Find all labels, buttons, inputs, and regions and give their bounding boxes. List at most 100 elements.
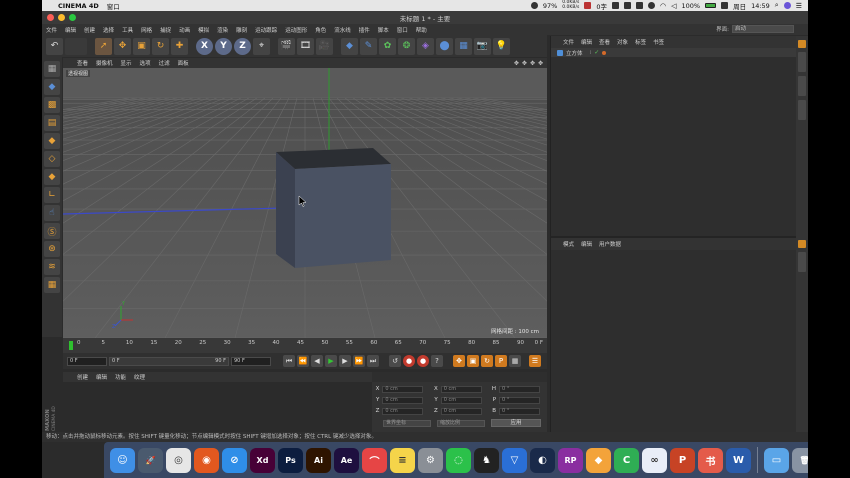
edges-mode-icon[interactable]: ◇ bbox=[44, 151, 60, 167]
c4d-menu-item[interactable]: 网格 bbox=[141, 26, 152, 34]
size-mode-dropdown[interactable]: 缩放比例 bbox=[437, 419, 485, 427]
subdivision-surface-icon[interactable]: ✿ bbox=[379, 37, 396, 55]
wifi-icon[interactable]: ◠ bbox=[660, 2, 666, 10]
rotate-tool-icon[interactable]: ↻ bbox=[152, 37, 169, 55]
c4d-menu-item[interactable]: 渲染 bbox=[217, 26, 228, 34]
viewport-menu-item[interactable]: 面板 bbox=[178, 59, 189, 67]
wechat-icon[interactable]: ◌ bbox=[446, 447, 471, 473]
menu-window[interactable]: 窗口 bbox=[107, 1, 120, 11]
tab-attributes[interactable] bbox=[798, 240, 806, 248]
go-to-end-icon[interactable]: ⏭ bbox=[367, 355, 379, 367]
playhead[interactable] bbox=[69, 341, 73, 350]
pos-x-field[interactable]: 0 cm bbox=[382, 385, 424, 393]
render-view-icon[interactable]: 🎬 bbox=[278, 37, 295, 55]
previous-frame-icon[interactable]: ◀ bbox=[311, 355, 323, 367]
c4d-menu-item[interactable]: 捕捉 bbox=[160, 26, 171, 34]
axure-icon[interactable]: RP bbox=[558, 447, 583, 473]
tab-content-browser[interactable] bbox=[798, 76, 806, 96]
cube-object-icon[interactable]: ◆ bbox=[341, 37, 358, 55]
object-manager-menu-item[interactable]: 对象 bbox=[617, 38, 628, 46]
material-manager-area[interactable] bbox=[63, 382, 389, 432]
photoshop-icon[interactable]: Ps bbox=[278, 447, 303, 473]
volume-icon[interactable]: ◁ bbox=[671, 2, 676, 10]
layers-icon[interactable]: ≋ bbox=[44, 259, 60, 275]
minimize-window-button[interactable] bbox=[58, 14, 65, 21]
apply-button[interactable]: 应用 bbox=[491, 419, 541, 427]
pos-z-field[interactable]: 0 cm bbox=[382, 407, 424, 415]
object-manager-menu-item[interactable]: 查看 bbox=[599, 38, 610, 46]
c4d-menu-item[interactable]: 文件 bbox=[46, 26, 57, 34]
snap-icon[interactable]: Ⓢ bbox=[44, 223, 60, 239]
timeline-window-icon[interactable]: ☰ bbox=[529, 355, 541, 367]
rotate-view-icon[interactable]: ✥ bbox=[522, 60, 527, 67]
illustrator-icon[interactable]: Ai bbox=[306, 447, 331, 473]
viewport-menu-item[interactable]: 查看 bbox=[77, 59, 88, 67]
c4d-menu-item[interactable]: 帮助 bbox=[416, 26, 427, 34]
go-to-start-icon[interactable]: ⏮ bbox=[283, 355, 295, 367]
c4d-menu-item[interactable]: 脚本 bbox=[378, 26, 389, 34]
start-frame-field[interactable]: 0 F bbox=[67, 356, 107, 366]
cinema4d-icon[interactable]: ◐ bbox=[530, 447, 555, 473]
attribute-manager-menu-item[interactable]: 用户数据 bbox=[599, 240, 621, 248]
chat-icon[interactable]: ⌒ bbox=[362, 447, 387, 473]
c4d-menu-item[interactable]: 插件 bbox=[359, 26, 370, 34]
c4d-menu-item[interactable]: 运动跟踪 bbox=[255, 26, 277, 34]
object-row-cube[interactable]: 立方体 ⁞ ✓ bbox=[551, 48, 796, 57]
c4d-menu-item[interactable]: 流水线 bbox=[334, 26, 351, 34]
clock[interactable]: 14:59 bbox=[751, 2, 770, 10]
battery-icon[interactable] bbox=[705, 3, 717, 8]
loop-icon[interactable]: ↺ bbox=[389, 355, 401, 367]
zoom-window-button[interactable] bbox=[69, 14, 76, 21]
texture-mode-icon[interactable]: ▩ bbox=[44, 97, 60, 113]
menu-extra-icon-3[interactable] bbox=[635, 2, 643, 9]
viewport-menu-item[interactable]: 显示 bbox=[121, 59, 132, 67]
next-frame-icon[interactable]: ▶ bbox=[339, 355, 351, 367]
light-icon[interactable]: 💡 bbox=[493, 37, 510, 55]
auto-keyframe-icon[interactable]: ● bbox=[417, 355, 429, 367]
move-view-icon[interactable]: ✥ bbox=[514, 60, 519, 67]
notification-center-icon[interactable]: ☰ bbox=[796, 2, 802, 10]
make-editable-icon[interactable]: ▦ bbox=[44, 61, 60, 77]
menu-extra-icon-4[interactable] bbox=[647, 2, 655, 9]
rot-b-field[interactable]: 0 ° bbox=[499, 407, 540, 415]
visibility-dots-icon[interactable]: ⁞ bbox=[590, 50, 592, 56]
deformer-icon[interactable]: ◈ bbox=[417, 37, 434, 55]
c4d-menu-item[interactable]: 工具 bbox=[122, 26, 133, 34]
c4d-menu-item[interactable]: 雕刻 bbox=[236, 26, 247, 34]
sketch-icon[interactable]: ◆ bbox=[586, 447, 611, 473]
c4d-menu-item[interactable]: 运动图形 bbox=[285, 26, 307, 34]
enabled-check-icon[interactable]: ✓ bbox=[594, 49, 599, 56]
size-x-field[interactable]: 0 cm bbox=[440, 385, 482, 393]
close-window-button[interactable] bbox=[47, 14, 54, 21]
render-picture-viewer-icon[interactable]: 🎞 bbox=[297, 37, 314, 55]
finder-icon[interactable]: ☺ bbox=[110, 447, 135, 473]
solo-icon[interactable]: ⊛ bbox=[44, 241, 60, 257]
object-manager-menu-item[interactable]: 标签 bbox=[635, 38, 646, 46]
record-icon[interactable] bbox=[584, 2, 592, 9]
tag-icon[interactable] bbox=[602, 50, 607, 55]
system-preferences-icon[interactable]: ⚙ bbox=[418, 447, 443, 473]
c4d-menu-item[interactable]: 模拟 bbox=[198, 26, 209, 34]
y-axis-lock-button[interactable]: Y bbox=[215, 37, 232, 55]
workplane-icon[interactable]: ▤ bbox=[44, 115, 60, 131]
trash-icon[interactable]: 🗑 bbox=[792, 447, 808, 473]
qq-icon[interactable]: ♞ bbox=[474, 447, 499, 473]
undo-icon[interactable]: ↶ bbox=[46, 37, 63, 55]
coordinate-system-icon[interactable]: ⌖ bbox=[253, 37, 270, 55]
tweak-mode-icon[interactable]: ☝ bbox=[44, 205, 60, 221]
frame-range-slider[interactable]: 0 F 90 F bbox=[109, 356, 229, 366]
perspective-viewport[interactable]: Y Z 透视视图 网格间距 : 100 cm bbox=[63, 68, 547, 338]
launchpad-icon[interactable]: 🚀 bbox=[138, 447, 163, 473]
record-keyframe-icon[interactable]: ● bbox=[403, 355, 415, 367]
viewport-menu-item[interactable]: 摄像机 bbox=[96, 59, 113, 67]
axis-mode-icon[interactable]: ∟ bbox=[44, 187, 60, 203]
scene-icon[interactable]: ⬤ bbox=[436, 37, 453, 55]
size-y-field[interactable]: 0 cm bbox=[440, 396, 482, 404]
viewport-menu-item[interactable]: 过滤 bbox=[159, 59, 170, 67]
size-z-field[interactable]: 0 cm bbox=[440, 407, 482, 415]
timeline-ruler[interactable]: 0 5 10 15 20 25 30 35 40 45 50 55 60 65 70 75 80 85 90 0 F bbox=[63, 338, 547, 353]
s-icon[interactable] bbox=[721, 2, 729, 9]
c4d-menu-item[interactable]: 选择 bbox=[103, 26, 114, 34]
key-parameter-icon[interactable]: P bbox=[495, 355, 507, 367]
sync-icon[interactable] bbox=[530, 2, 538, 9]
